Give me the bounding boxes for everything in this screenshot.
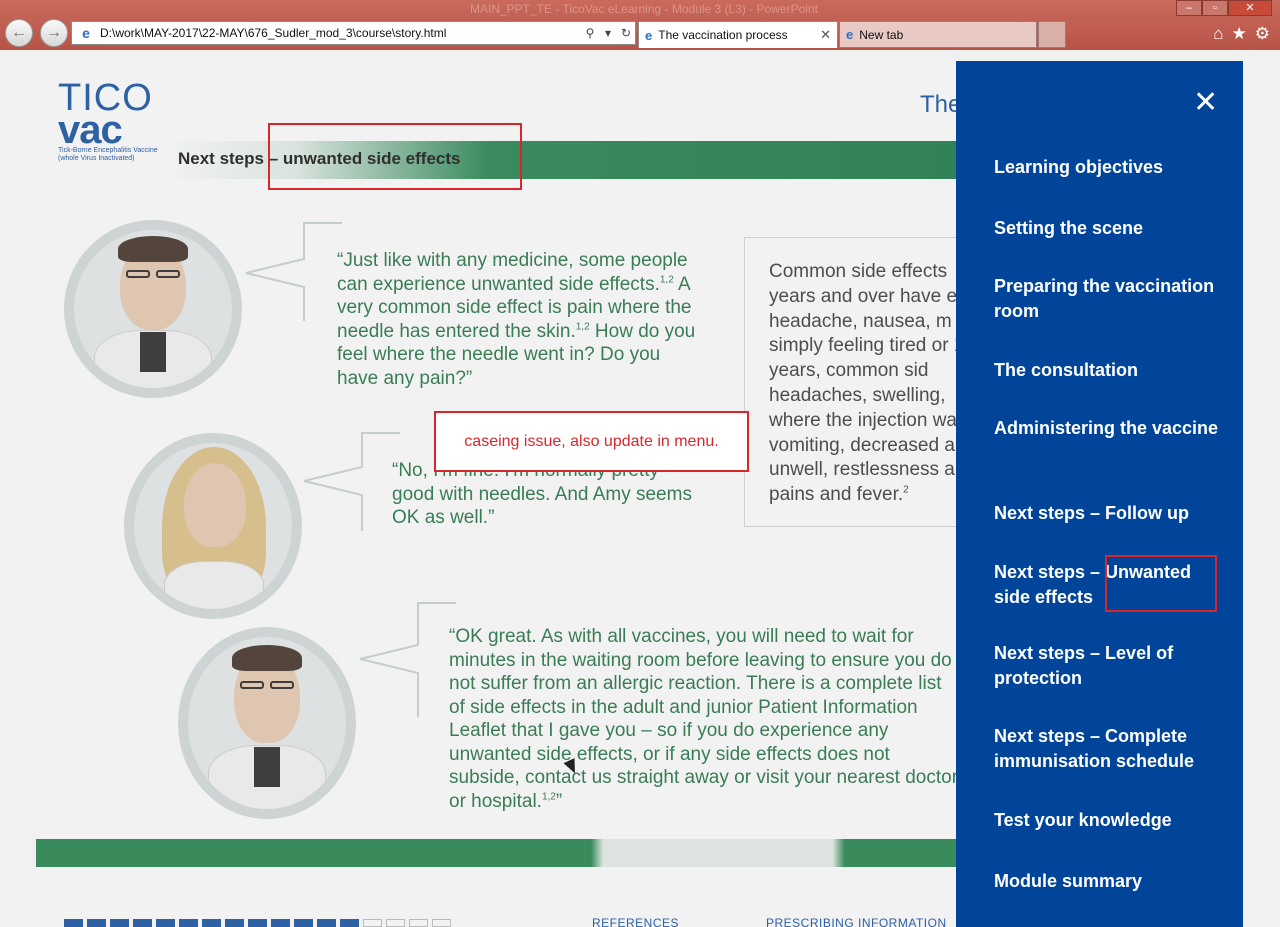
tab-vaccination-process[interactable]: e The vaccination process ✕: [638, 21, 838, 48]
new-tab-button[interactable]: [1038, 21, 1066, 48]
home-icon[interactable]: ⌂: [1213, 24, 1223, 44]
menu-item-learning-objectives[interactable]: Learning objectives: [994, 155, 1224, 180]
menu-item-immunisation-schedule[interactable]: Next steps – Complete immunisation sched…: [994, 724, 1224, 773]
address-bar[interactable]: e D:\work\MAY-2017\22-MAY\676_Sudler_mod…: [71, 21, 636, 45]
menu-item-follow-up[interactable]: Next steps – Follow up: [994, 501, 1224, 526]
window-title: MAIN_PPT_TE - TicoVac eLearning - Module…: [470, 2, 818, 16]
maximize-button[interactable]: ▫: [1202, 0, 1228, 16]
refresh-icon[interactable]: ↻: [617, 26, 635, 40]
minimize-button[interactable]: –: [1176, 0, 1202, 16]
address-url[interactable]: D:\work\MAY-2017\22-MAY\676_Sudler_mod_3…: [100, 26, 581, 40]
browser-toolbar-icons: ⌂ ★ ⚙: [1213, 24, 1270, 44]
menu-dim-overlay[interactable]: [36, 61, 956, 927]
ie-page-icon: e: [82, 25, 90, 41]
gear-icon[interactable]: ⚙: [1255, 24, 1270, 44]
annotation-highlight-menu: [1105, 555, 1217, 612]
close-window-button[interactable]: ✕: [1228, 0, 1272, 16]
menu-item-preparing-room[interactable]: Preparing the vaccination room: [994, 274, 1224, 323]
tab-label: The vaccination process: [658, 28, 788, 42]
close-tab-icon[interactable]: ✕: [820, 27, 831, 43]
favorites-star-icon[interactable]: ★: [1232, 24, 1247, 44]
forward-button[interactable]: →: [40, 19, 68, 47]
review-comment: caseing issue, also update in menu.: [434, 411, 749, 472]
course-menu: ✕ Learning objectives Setting the scene …: [956, 61, 1243, 927]
search-icon[interactable]: ⚲: [581, 26, 599, 40]
menu-item-module-summary[interactable]: Module summary: [994, 869, 1224, 894]
close-icon[interactable]: ✕: [1193, 88, 1218, 118]
menu-item-consultation[interactable]: The consultation: [994, 358, 1224, 383]
menu-item-test-knowledge[interactable]: Test your knowledge: [994, 808, 1224, 833]
back-button[interactable]: ←: [5, 19, 33, 47]
menu-item-administering[interactable]: Administering the vaccine: [994, 416, 1224, 441]
menu-item-level-of-protection[interactable]: Next steps – Level of protection: [994, 641, 1224, 690]
back-arrow-icon: ←: [11, 24, 27, 41]
tab-label: New tab: [859, 27, 904, 42]
window-controls: – ▫ ✕: [1176, 0, 1272, 16]
dropdown-icon[interactable]: ▾: [599, 26, 617, 40]
ie-tab-icon: e: [846, 27, 854, 42]
annotation-highlight-title: [268, 123, 522, 190]
tab-new[interactable]: e New tab: [839, 21, 1037, 48]
menu-item-setting-the-scene[interactable]: Setting the scene: [994, 216, 1224, 241]
forward-arrow-icon: →: [46, 24, 62, 41]
ie-tab-icon: e: [645, 27, 653, 43]
